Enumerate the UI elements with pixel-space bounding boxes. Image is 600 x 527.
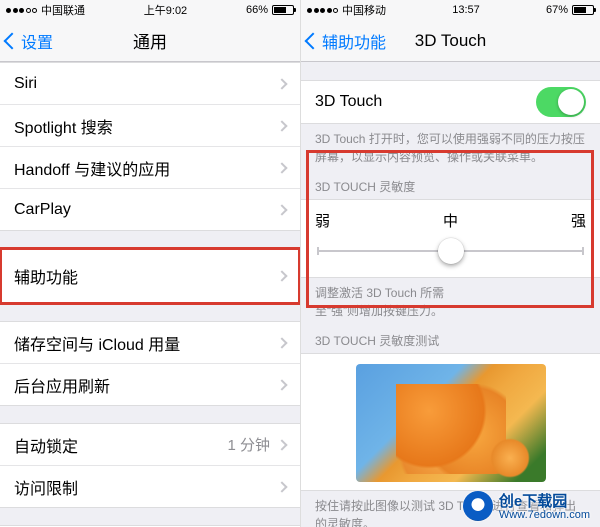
- left-phone: 中国联通 上午9:02 66% 设置 通用 Siri Spotlight 搜索 …: [0, 0, 300, 527]
- slider-label-high: 强: [571, 210, 586, 231]
- chevron-right-icon: [276, 204, 287, 215]
- chevron-left-icon: [4, 32, 21, 49]
- chevron-right-icon: [276, 379, 287, 390]
- toggle-description: 3D Touch 打开时，您可以使用强弱不同的压力按压屏幕，以显示内容预览、操作…: [301, 124, 600, 172]
- row-3dtouch-toggle[interactable]: 3D Touch: [301, 80, 600, 124]
- nav-title: 通用: [133, 28, 167, 53]
- toggle-label: 3D Touch: [315, 93, 382, 111]
- row-storage[interactable]: 储存空间与 iCloud 用量: [0, 321, 300, 364]
- watermark: 创e下载园 Www.7edown.com: [463, 490, 590, 521]
- sensitivity-description: 调整激活 3D Touch 所需 至“强”则增加按键压力。: [301, 278, 600, 326]
- row-carplay[interactable]: CarPlay: [0, 188, 300, 231]
- row-label: Spotlight 搜索: [14, 114, 113, 138]
- battery-icon: [272, 5, 294, 15]
- row-siri[interactable]: Siri: [0, 62, 300, 105]
- watermark-url: Www.7edown.com: [499, 509, 590, 521]
- row-accessibility[interactable]: 辅助功能: [0, 248, 300, 304]
- status-bar-left: 中国联通 上午9:02 66%: [0, 0, 300, 20]
- slider-thumb[interactable]: [438, 238, 464, 264]
- chevron-right-icon: [276, 337, 287, 348]
- chevron-right-icon: [276, 78, 287, 89]
- row-label: 储存空间与 iCloud 用量: [14, 331, 180, 355]
- nav-bar-right: 辅助功能 3D Touch: [301, 20, 600, 62]
- nav-title: 3D Touch: [415, 31, 487, 51]
- row-label: Siri: [14, 75, 37, 93]
- row-detail: 1 分钟: [227, 434, 270, 455]
- watermark-name: 创e下载园: [499, 493, 567, 510]
- sensitivity-header: 3D TOUCH 灵敏度: [301, 172, 600, 199]
- test-image-row: [301, 353, 600, 491]
- clock: 13:57: [452, 4, 480, 16]
- row-auto-lock[interactable]: 自动锁定 1 分钟: [0, 423, 300, 466]
- chevron-right-icon: [276, 481, 287, 492]
- slider-label-low: 弱: [315, 210, 330, 231]
- chevron-right-icon: [276, 439, 287, 450]
- signal-dots-icon: [307, 8, 338, 13]
- chevron-right-icon: [276, 120, 287, 131]
- status-bar-right: 中国移动 13:57 67%: [301, 0, 600, 20]
- watermark-ie-icon: [463, 491, 493, 521]
- test-flower-image[interactable]: [356, 364, 546, 482]
- back-button[interactable]: 辅助功能: [307, 29, 386, 53]
- back-label: 设置: [21, 29, 53, 53]
- carrier-label: 中国移动: [342, 2, 386, 18]
- switch-on[interactable]: [536, 87, 586, 117]
- carrier-label: 中国联通: [41, 2, 85, 18]
- sensitivity-slider[interactable]: [315, 241, 586, 261]
- row-handoff[interactable]: Handoff 与建议的应用: [0, 146, 300, 189]
- battery-percent: 67%: [546, 4, 568, 16]
- back-label: 辅助功能: [322, 29, 386, 53]
- settings-list: Siri Spotlight 搜索 Handoff 与建议的应用 CarPlay…: [0, 62, 300, 527]
- row-label: 访问限制: [14, 475, 78, 499]
- row-restrictions[interactable]: 访问限制: [0, 465, 300, 508]
- signal-dots-icon: [6, 8, 37, 13]
- row-label: CarPlay: [14, 201, 71, 219]
- row-spotlight[interactable]: Spotlight 搜索: [0, 104, 300, 147]
- chevron-right-icon: [276, 270, 287, 281]
- row-label: 自动锁定: [14, 433, 78, 457]
- test-header: 3D TOUCH 灵敏度测试: [301, 326, 600, 353]
- nav-bar-left: 设置 通用: [0, 20, 300, 62]
- battery-percent: 66%: [246, 4, 268, 16]
- clock: 上午9:02: [144, 2, 187, 18]
- back-button[interactable]: 设置: [6, 29, 53, 53]
- chevron-right-icon: [276, 162, 287, 173]
- right-phone: 中国移动 13:57 67% 辅助功能 3D Touch 3D Touch 3D…: [300, 0, 600, 527]
- chevron-left-icon: [305, 32, 322, 49]
- row-label: 后台应用刷新: [14, 373, 110, 397]
- row-label: 辅助功能: [14, 264, 78, 288]
- threed-touch-list: 3D Touch 3D Touch 打开时，您可以使用强弱不同的压力按压屏幕，以…: [301, 62, 600, 527]
- slider-label-mid: 中: [443, 210, 458, 231]
- sensitivity-slider-block: 弱 中 强: [301, 199, 600, 278]
- row-label: Handoff 与建议的应用: [14, 156, 170, 180]
- row-background-refresh[interactable]: 后台应用刷新: [0, 363, 300, 406]
- battery-icon: [572, 5, 594, 15]
